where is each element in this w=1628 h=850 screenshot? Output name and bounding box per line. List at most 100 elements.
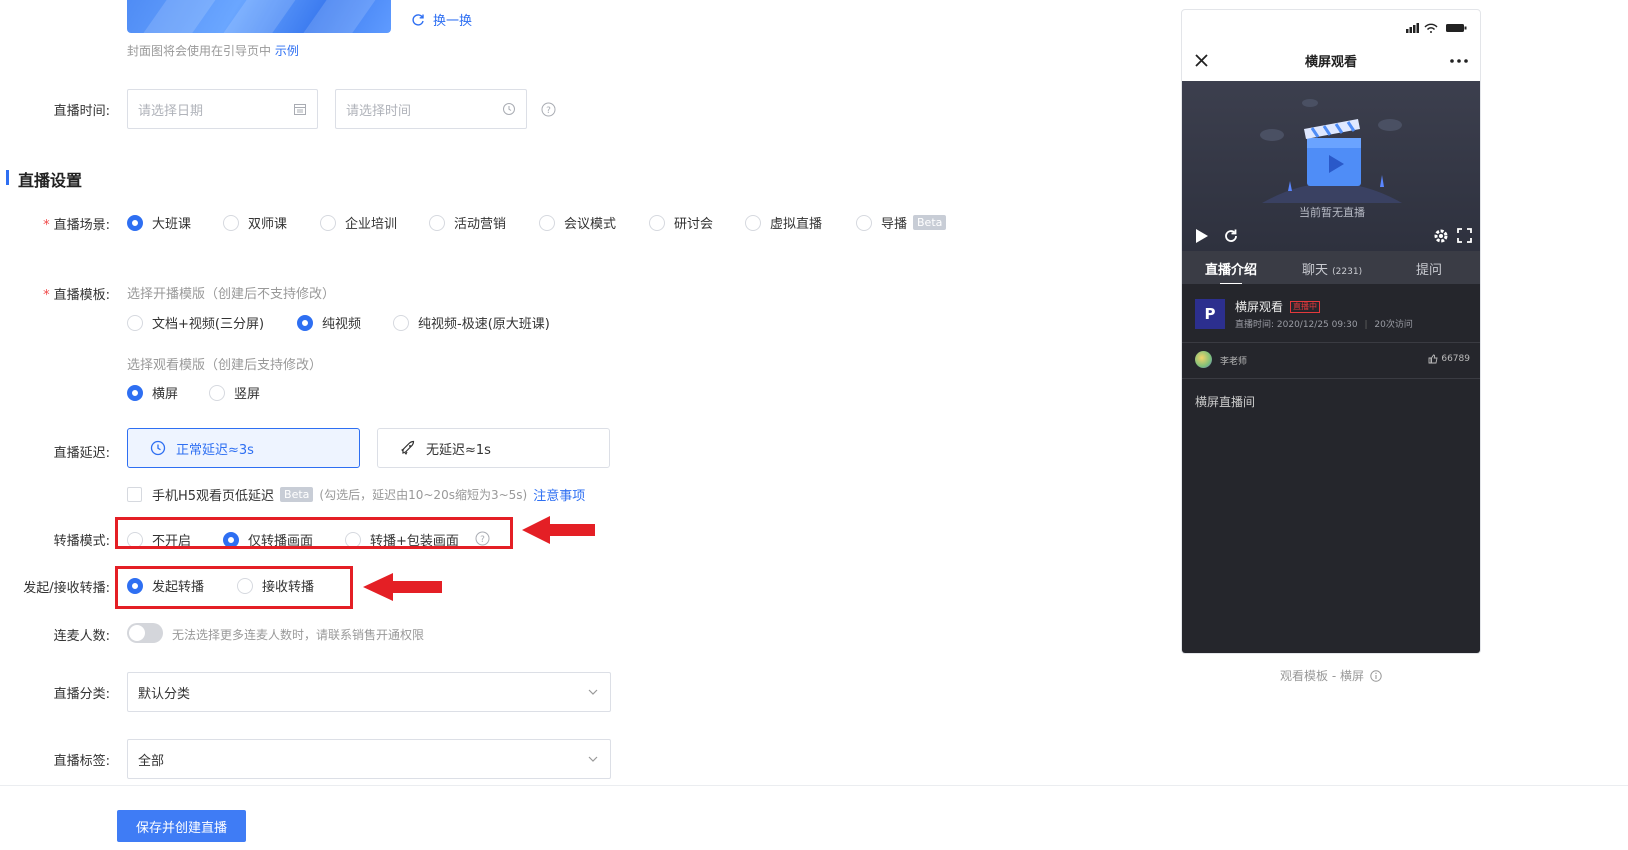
notice-link[interactable]: 注意事项	[533, 485, 585, 504]
tag-select[interactable]: 全部	[127, 739, 611, 779]
scene-option-label: 双师课	[248, 217, 288, 232]
mic-count-toggle[interactable]	[127, 623, 163, 643]
cover-image[interactable]	[127, 0, 391, 33]
refresh-icon[interactable]	[1223, 228, 1239, 244]
radio	[320, 214, 336, 231]
play-option-label: 文档+视频(三分屏)	[152, 317, 265, 332]
tab-intro[interactable]: 直播介绍	[1205, 259, 1257, 285]
divider	[1182, 342, 1480, 343]
change-cover-label: 换一换	[433, 14, 473, 29]
radio	[127, 314, 143, 331]
scene-option-label: 虚拟直播	[770, 217, 823, 232]
view-template-hint: 选择观看模版（创建后支持修改）	[127, 358, 323, 373]
red-arrow-icon	[363, 573, 442, 601]
scene-option-label: 大班课	[152, 217, 192, 232]
preview-nav-title: 横屏观看	[1304, 55, 1357, 70]
highlight-box	[115, 517, 513, 549]
status-bar	[1182, 10, 1480, 40]
play-template-option-0[interactable]: 文档+视频(三分屏)	[127, 313, 264, 332]
time-input[interactable]: 请选择时间	[335, 89, 527, 129]
clock-icon	[503, 103, 515, 115]
scene-option-label: 导播	[881, 217, 908, 232]
tab-chat[interactable]: 聊天 (2231)	[1302, 259, 1362, 278]
like-count[interactable]: 66789	[1428, 354, 1470, 364]
radio	[539, 214, 555, 231]
tab-label: 提问	[1416, 263, 1443, 278]
preview-tabs: 直播介绍 聊天 (2231) 提问	[1182, 251, 1480, 285]
category-select[interactable]: 默认分类	[127, 672, 611, 712]
close-icon[interactable]	[1195, 54, 1208, 67]
red-arrow-icon	[522, 516, 595, 544]
scene-option-1[interactable]: 双师课	[223, 213, 287, 232]
status-icons	[1406, 23, 1467, 33]
video-player[interactable]: 当前暂无直播	[1182, 81, 1480, 251]
beta-badge: Beta	[913, 215, 947, 230]
radio	[429, 214, 445, 231]
clock-icon	[150, 440, 166, 456]
h5-low-delay-row: 手机H5观看页低延迟 Beta (勾选后，延迟由10~20s缩短为3~5s) 注…	[127, 485, 585, 504]
view-template-option-0[interactable]: 横屏	[127, 383, 178, 402]
preview-caption: 观看模板 - 横屏	[1181, 667, 1481, 684]
fullscreen-icon[interactable]	[1457, 228, 1472, 243]
h5-low-delay-checkbox[interactable]	[127, 487, 142, 502]
preview-content: P 横屏观看 直播中 直播时间: 2020/12/25 09:30 | 20次访…	[1182, 284, 1480, 653]
calendar-icon	[294, 104, 306, 115]
scene-option-5[interactable]: 研讨会	[649, 213, 713, 232]
scene-option-3[interactable]: 活动营销	[429, 213, 506, 232]
room-title-row: 横屏观看 直播中	[1235, 298, 1321, 315]
play-option-label: 纯视频-极速(原大班课)	[418, 317, 550, 332]
scene-option-0[interactable]: 大班课	[127, 213, 191, 232]
preview-navbar: 横屏观看	[1182, 40, 1480, 81]
scene-option-7[interactable]: 导播 Beta	[856, 213, 947, 232]
info-icon[interactable]	[1370, 669, 1382, 682]
delay-normal-label: 正常延迟≈3s	[176, 442, 254, 458]
scene-option-2[interactable]: 企业培训	[320, 213, 397, 232]
delay-none-option[interactable]: 无延迟≈1s	[377, 428, 610, 468]
play-template-option-2[interactable]: 纯视频-极速(原大班课)	[393, 313, 550, 332]
scene-option-label: 活动营销	[454, 217, 507, 232]
help-icon[interactable]: ?	[541, 102, 556, 117]
scene-option-6[interactable]: 虚拟直播	[745, 213, 822, 232]
beta-badge: Beta	[280, 487, 314, 502]
relay-mode-label: 转播模式:	[53, 534, 110, 549]
section-title: 直播设置	[6, 167, 82, 191]
divider	[1182, 378, 1480, 379]
play-template-option-1[interactable]: 纯视频	[297, 313, 361, 332]
delay-normal-option[interactable]: 正常延迟≈3s	[127, 428, 360, 468]
scene-option-label: 会议模式	[564, 217, 617, 232]
save-and-create-button[interactable]: 保存并创建直播	[117, 810, 246, 842]
scene-option-label: 企业培训	[345, 217, 398, 232]
template-label: * 直播模板:	[43, 288, 110, 303]
radio	[209, 384, 225, 401]
tab-question[interactable]: 提问	[1416, 259, 1442, 278]
date-input[interactable]: 请选择日期	[127, 89, 318, 129]
footer-divider	[0, 785, 1628, 786]
view-option-label: 横屏	[152, 387, 179, 402]
play-template-hint: 选择开播模版（创建后不支持修改）	[127, 287, 336, 302]
template-label-text: 直播模板:	[53, 288, 110, 303]
play-icon[interactable]	[1195, 228, 1209, 244]
tag-value: 全部	[138, 753, 165, 769]
tab-label: 直播介绍	[1205, 263, 1258, 278]
view-option-label: 竖屏	[234, 387, 261, 402]
room-visits: 20次访问	[1374, 320, 1413, 330]
time-placeholder: 请选择时间	[346, 103, 412, 119]
cover-example-link[interactable]: 示例	[275, 44, 299, 58]
like-count-value: 66789	[1441, 354, 1470, 364]
radio	[745, 214, 761, 231]
scene-option-4[interactable]: 会议模式	[539, 213, 616, 232]
mobile-preview: 横屏观看 当前暂无直播 直播介绍 聊天 (2231) 提问 P 横屏观看 直播中…	[1181, 9, 1481, 654]
date-placeholder: 请选择日期	[138, 103, 204, 119]
scene-label-text: 直播场景:	[53, 218, 110, 233]
change-cover-button[interactable]: 换一换	[411, 10, 472, 29]
live-badge: 直播中	[1290, 300, 1321, 313]
delay-none-label: 无延迟≈1s	[426, 442, 491, 458]
rocket-icon	[401, 440, 415, 455]
more-icon[interactable]	[1450, 59, 1468, 63]
no-live-text: 当前暂无直播	[1299, 206, 1365, 219]
gear-icon[interactable]	[1433, 228, 1449, 244]
view-template-option-1[interactable]: 竖屏	[209, 383, 260, 402]
room-description: 横屏直播间	[1195, 395, 1256, 409]
category-value: 默认分类	[138, 686, 191, 702]
play-option-label: 纯视频	[322, 317, 362, 332]
